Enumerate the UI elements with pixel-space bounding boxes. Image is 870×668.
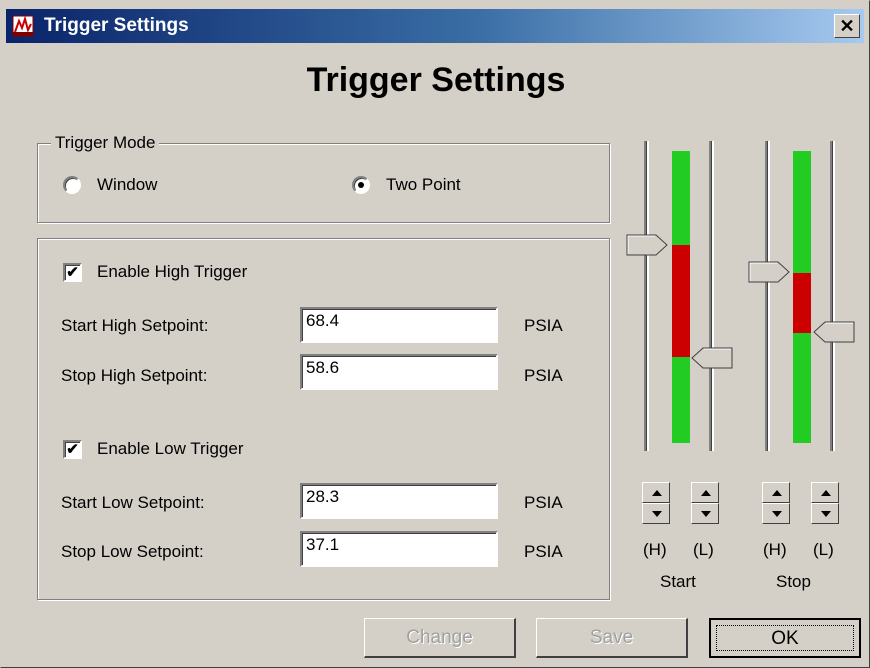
start-low-slider-thumb[interactable] bbox=[691, 347, 733, 369]
stop-low-setpoint-input[interactable]: 37.1 bbox=[300, 531, 498, 567]
enable-low-trigger-checkbox[interactable]: ✔ bbox=[63, 440, 82, 459]
start-range-bar-band bbox=[672, 245, 690, 357]
start-high-slider-track[interactable] bbox=[644, 141, 649, 451]
stop-high-slider-track[interactable] bbox=[765, 141, 770, 451]
window-title: Trigger Settings bbox=[44, 15, 189, 36]
spin-up-icon bbox=[821, 490, 831, 496]
start-low-up-button[interactable] bbox=[691, 482, 719, 503]
stop-range-bar-bottom bbox=[793, 333, 811, 443]
start-low-setpoint-input[interactable]: 28.3 bbox=[300, 483, 498, 519]
enable-high-trigger-checkbox[interactable]: ✔ bbox=[63, 263, 82, 282]
trigger-settings-dialog: Trigger Settings ✕ Trigger Settings Trig… bbox=[0, 0, 870, 668]
radio-two-point[interactable] bbox=[352, 176, 370, 194]
stop-high-setpoint-input[interactable]: 58.6 bbox=[300, 354, 498, 390]
spin-down-icon bbox=[772, 511, 782, 517]
stop-high-spinner bbox=[762, 482, 790, 524]
stop-low-down-button[interactable] bbox=[811, 503, 839, 524]
spin-down-icon bbox=[821, 511, 831, 517]
stop-slider-caption: Stop bbox=[776, 572, 811, 591]
stop-low-setpoint-unit: PSIA bbox=[524, 542, 563, 561]
stop-high-down-button[interactable] bbox=[762, 503, 790, 524]
ok-button[interactable]: OK bbox=[709, 618, 861, 658]
radio-window-label[interactable]: Window bbox=[97, 175, 157, 195]
trigger-mode-legend: Trigger Mode bbox=[51, 133, 160, 153]
stop-high-slider-thumb[interactable] bbox=[748, 261, 790, 283]
spin-down-icon bbox=[701, 511, 711, 517]
start-low-label: (L) bbox=[693, 540, 714, 559]
spin-up-icon bbox=[772, 490, 782, 496]
start-range-bar-bottom bbox=[672, 357, 690, 443]
page-title: Trigger Settings bbox=[306, 61, 566, 99]
start-high-setpoint-input[interactable]: 68.4 bbox=[300, 307, 498, 343]
start-high-setpoint-label: Start High Setpoint: bbox=[61, 316, 209, 335]
stop-range-bar-top bbox=[793, 151, 811, 273]
start-high-spinner bbox=[642, 482, 670, 524]
change-button[interactable]: Change bbox=[364, 618, 516, 658]
save-button[interactable]: Save bbox=[536, 618, 688, 658]
start-slider-caption: Start bbox=[660, 572, 696, 591]
enable-high-trigger-label[interactable]: Enable High Trigger bbox=[97, 262, 247, 282]
spin-up-icon bbox=[652, 490, 662, 496]
start-high-setpoint-unit: PSIA bbox=[524, 316, 563, 335]
start-high-slider-thumb[interactable] bbox=[626, 234, 668, 256]
spin-down-icon bbox=[652, 511, 662, 517]
start-high-up-button[interactable] bbox=[642, 482, 670, 503]
start-low-slider-track[interactable] bbox=[709, 141, 714, 451]
stop-low-setpoint-label: Stop Low Setpoint: bbox=[61, 542, 204, 561]
stop-low-up-button[interactable] bbox=[811, 482, 839, 503]
start-high-down-button[interactable] bbox=[642, 503, 670, 524]
stop-low-slider-track[interactable] bbox=[830, 141, 835, 451]
ok-button-label: OK bbox=[716, 625, 854, 651]
start-low-setpoint-label: Start Low Setpoint: bbox=[61, 493, 205, 512]
radio-two-point-label[interactable]: Two Point bbox=[386, 175, 461, 195]
stop-high-setpoint-unit: PSIA bbox=[524, 366, 563, 385]
start-low-spinner bbox=[691, 482, 719, 524]
stop-low-spinner bbox=[811, 482, 839, 524]
title-bar[interactable]: Trigger Settings ✕ bbox=[6, 9, 864, 43]
enable-low-trigger-label[interactable]: Enable Low Trigger bbox=[97, 439, 243, 459]
app-icon bbox=[12, 15, 34, 37]
stop-high-label: (H) bbox=[763, 540, 787, 559]
start-low-setpoint-unit: PSIA bbox=[524, 493, 563, 512]
stop-low-label: (L) bbox=[813, 540, 834, 559]
close-icon: ✕ bbox=[839, 16, 855, 36]
stop-high-setpoint-label: Stop High Setpoint: bbox=[61, 366, 208, 385]
start-low-down-button[interactable] bbox=[691, 503, 719, 524]
start-range-bar-top bbox=[672, 151, 690, 245]
start-high-label: (H) bbox=[643, 540, 667, 559]
stop-high-up-button[interactable] bbox=[762, 482, 790, 503]
stop-range-bar-band bbox=[793, 273, 811, 333]
close-button[interactable]: ✕ bbox=[834, 14, 860, 38]
spin-up-icon bbox=[701, 490, 711, 496]
radio-window[interactable] bbox=[63, 176, 81, 194]
stop-low-slider-thumb[interactable] bbox=[813, 321, 855, 343]
